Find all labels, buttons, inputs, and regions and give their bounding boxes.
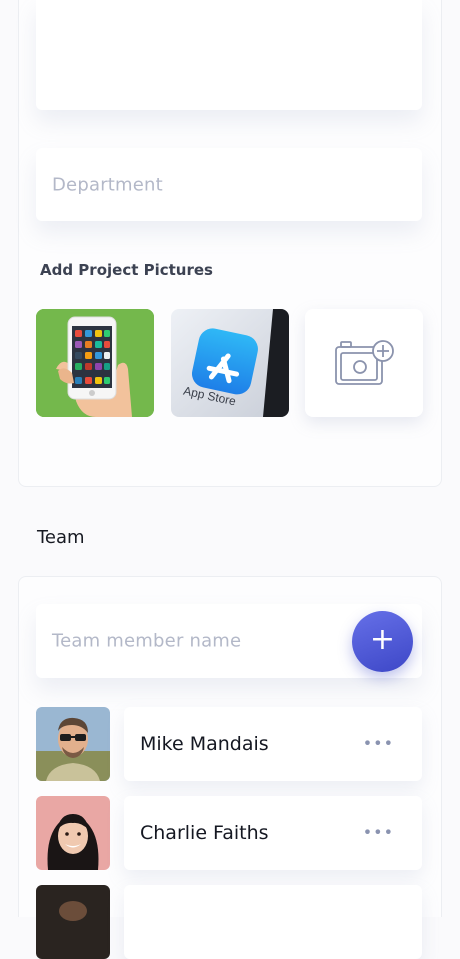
member-name: Charlie Faiths (140, 822, 269, 844)
avatar-photo-third (36, 885, 110, 959)
team-title: Team (37, 527, 85, 548)
add-member-button[interactable]: + (352, 611, 413, 672)
project-picture-app-store[interactable]: App Store (171, 309, 289, 417)
more-options-icon[interactable]: ••• (363, 734, 394, 753)
camera-plus-icon (335, 340, 394, 385)
avatar (36, 796, 110, 870)
description-textarea[interactable] (36, 0, 422, 110)
list-item[interactable]: Charlie Faiths ••• (124, 796, 422, 870)
avatar-photo-charlie (36, 796, 110, 870)
add-project-pictures-label: Add Project Pictures (40, 261, 213, 279)
member-name: Mike Mandais (140, 733, 269, 755)
avatar (36, 707, 110, 781)
more-options-icon[interactable]: ••• (363, 823, 394, 842)
team-member-placeholder: Team member name (52, 630, 242, 652)
avatar-photo-mike (36, 707, 110, 781)
department-placeholder: Department (52, 174, 163, 195)
add-photo-button[interactable] (305, 309, 423, 417)
list-item[interactable] (124, 885, 422, 959)
phone-apps-image (36, 309, 154, 417)
department-field[interactable]: Department (36, 148, 422, 221)
project-picture-phone[interactable] (36, 309, 154, 417)
list-item[interactable]: Mike Mandais ••• (124, 707, 422, 781)
avatar (36, 885, 110, 959)
